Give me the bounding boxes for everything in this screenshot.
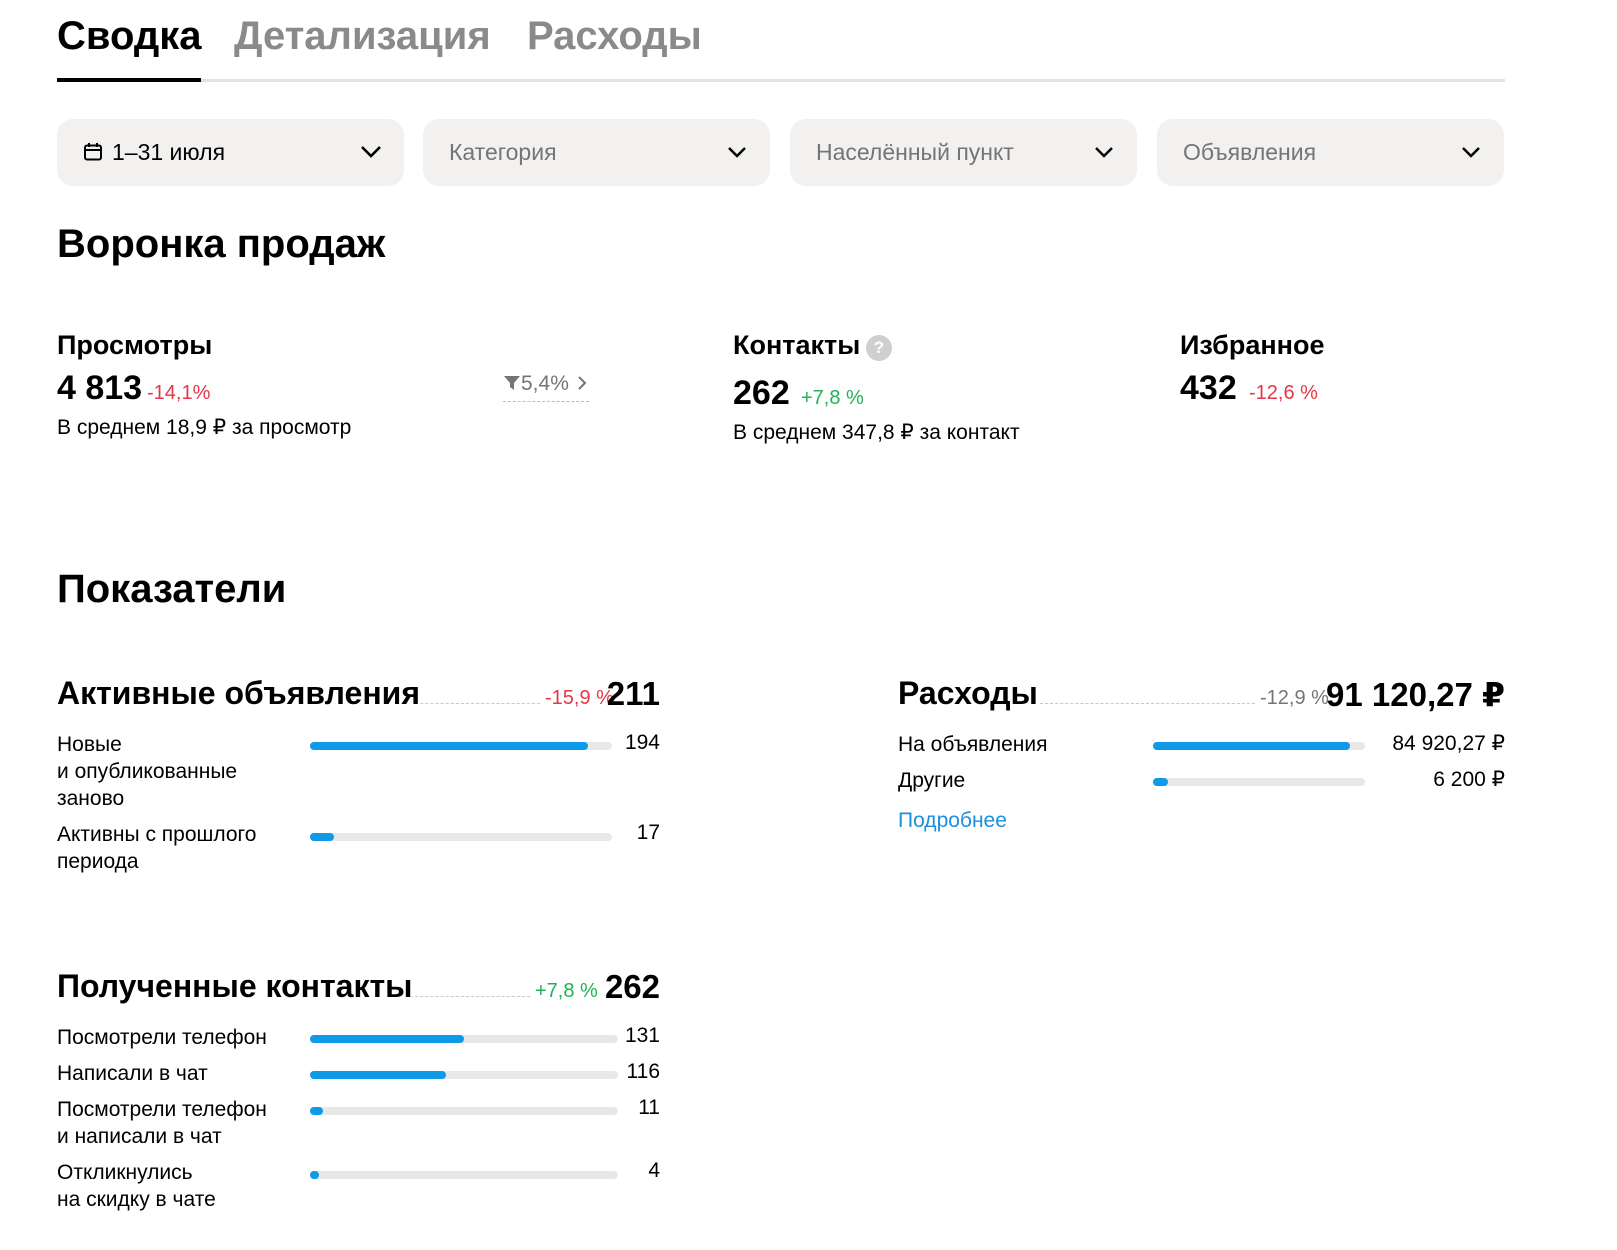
bar-fill bbox=[1153, 742, 1351, 750]
bar-fill bbox=[310, 1035, 464, 1043]
other-expense-bar bbox=[1153, 778, 1365, 786]
phone-views-value: 131 bbox=[624, 1024, 660, 1047]
bar-fill bbox=[310, 1071, 447, 1079]
prev-period-bar bbox=[310, 833, 612, 841]
contacts-title: Контакты bbox=[733, 330, 861, 360]
views-title: Просмотры bbox=[57, 330, 213, 360]
other-expense-value: 6 200 ₽ bbox=[1433, 768, 1505, 791]
discount-value: 4 bbox=[648, 1159, 660, 1182]
active-ads-title: Активные объявления bbox=[57, 675, 420, 712]
active-tab-underline bbox=[57, 78, 201, 82]
expenses-title: Расходы bbox=[898, 675, 1038, 712]
more-details-link[interactable]: Подробнее bbox=[898, 809, 1007, 833]
dotted-leader bbox=[410, 996, 530, 997]
bar-fill bbox=[1153, 778, 1168, 786]
tab-expenses[interactable]: Расходы bbox=[527, 14, 702, 59]
received-contacts-value: 262 bbox=[604, 968, 660, 1005]
chat-value: 116 bbox=[626, 1060, 660, 1083]
prev-period-value: 17 bbox=[636, 821, 660, 844]
favorites-title: Избранное bbox=[1180, 330, 1325, 360]
tab-summary[interactable]: Сводка bbox=[57, 14, 202, 59]
favorites-value: 432 bbox=[1180, 369, 1237, 407]
chevron-down-icon bbox=[728, 147, 746, 158]
tab-details[interactable]: Детализация bbox=[234, 14, 491, 59]
expenses-change: -12,9 % bbox=[1260, 687, 1329, 709]
tab-bar: Сводка Детализация Расходы bbox=[57, 0, 1505, 82]
chevron-right-icon bbox=[578, 376, 587, 390]
dotted-leader bbox=[1040, 703, 1255, 704]
expenses-value: 91 120,27 ₽ bbox=[1326, 676, 1505, 713]
received-contacts-title: Полученные контакты bbox=[57, 968, 413, 1005]
views-change: -14,1% bbox=[147, 382, 211, 404]
bar-fill bbox=[310, 1107, 323, 1115]
city-placeholder: Населённый пункт bbox=[816, 139, 1014, 165]
contacts-average: В среднем 347,8 ₽ за контакт bbox=[733, 421, 1020, 444]
phone-views-label: Посмотрели телефон bbox=[57, 1026, 267, 1049]
row-label: Новые и опубликованные заново bbox=[57, 733, 238, 810]
indicators-title: Показатели bbox=[57, 567, 287, 611]
discount-bar bbox=[310, 1171, 618, 1179]
active-ads-change: -15,9 % bbox=[545, 687, 614, 709]
other-expense-label: Другие bbox=[898, 769, 966, 792]
bar-fill bbox=[310, 742, 588, 750]
funnel-icon bbox=[504, 376, 520, 390]
phone-views-bar bbox=[310, 1035, 618, 1043]
contacts-change: +7,8 % bbox=[801, 387, 864, 409]
chevron-down-icon bbox=[1095, 147, 1113, 158]
category-dropdown[interactable]: Категория bbox=[423, 119, 770, 186]
received-contacts-change: +7,8 % bbox=[535, 980, 598, 1002]
date-range-dropdown[interactable]: 1–31 июля bbox=[57, 119, 404, 186]
ads-placeholder: Объявления bbox=[1183, 139, 1317, 165]
bar-fill bbox=[310, 1171, 320, 1179]
row-label: Активны с прошлого периода bbox=[57, 823, 257, 873]
new-ads-value: 194 bbox=[624, 731, 660, 754]
ads-expense-label: На объявления bbox=[898, 733, 1048, 756]
new-ads-bar bbox=[310, 742, 612, 750]
ads-dropdown[interactable]: Объявления bbox=[1157, 119, 1504, 186]
calendar-icon bbox=[84, 143, 102, 161]
phone-and-chat-label: Посмотрели телефон и написали в чат bbox=[57, 1098, 267, 1148]
bar-fill bbox=[310, 833, 335, 841]
chat-bar bbox=[310, 1071, 618, 1079]
chat-label: Написали в чат bbox=[57, 1062, 208, 1085]
help-icon[interactable]: ? bbox=[866, 335, 892, 361]
ads-expense-value: 84 920,27 ₽ bbox=[1392, 732, 1505, 755]
favorites-change: -12,6 % bbox=[1249, 382, 1318, 404]
conversion-value: 5,4% bbox=[521, 372, 569, 395]
phone-and-chat-bar bbox=[310, 1107, 618, 1115]
views-average: В среднем 18,9 ₽ за просмотр bbox=[57, 416, 352, 439]
date-range-value: 1–31 июля bbox=[112, 139, 226, 165]
dotted-leader bbox=[400, 703, 540, 704]
category-placeholder: Категория bbox=[449, 139, 557, 165]
chevron-down-icon bbox=[1462, 147, 1480, 158]
views-value: 4 813 bbox=[57, 369, 143, 407]
active-ads-value: 211 bbox=[606, 675, 660, 712]
conversion-link[interactable]: 5,4% bbox=[503, 372, 589, 402]
discount-label: Откликнулись на скидку в чате bbox=[57, 1161, 216, 1211]
ads-expense-bar bbox=[1153, 742, 1365, 750]
chevron-down-icon bbox=[361, 146, 381, 158]
funnel-title: Воронка продаж bbox=[57, 222, 386, 266]
city-dropdown[interactable]: Населённый пункт bbox=[790, 119, 1137, 186]
contacts-value: 262 bbox=[733, 374, 790, 412]
phone-and-chat-value: 11 bbox=[638, 1096, 660, 1119]
